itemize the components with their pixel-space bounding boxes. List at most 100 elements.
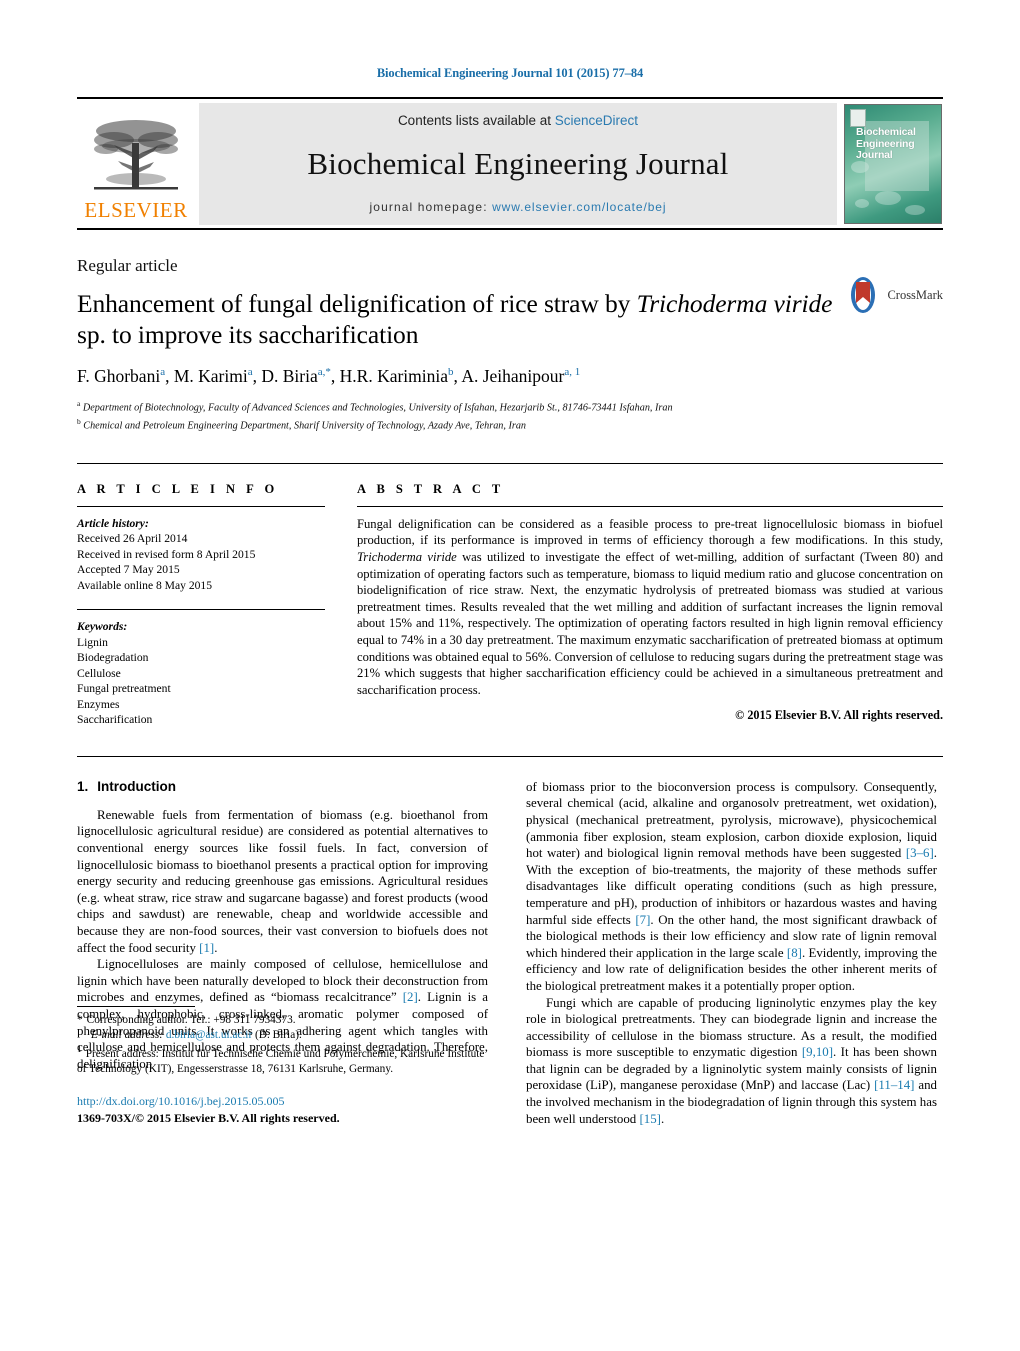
keyword-item: Biodegradation xyxy=(77,651,149,665)
body-column-right: of biomass prior to the bioconversion pr… xyxy=(526,779,937,1127)
affiliation-text: Department of Biotechnology, Faculty of … xyxy=(82,402,673,414)
journal-masthead: ELSEVIER Contents lists available at Sci… xyxy=(77,97,943,230)
crossmark-label: CrossMark xyxy=(887,287,943,302)
crossmark-icon xyxy=(851,277,876,313)
elsevier-tree-icon xyxy=(94,120,178,190)
abstract-part-1: Fungal delignification can be considered… xyxy=(357,516,943,548)
citation-ref[interactable]: [11–14] xyxy=(874,1078,914,1092)
affiliation-marker: b xyxy=(77,416,81,426)
article-info-rule xyxy=(77,505,325,507)
footnote-corresponding: * Corresponding author. Tel.: +98 311 793… xyxy=(77,1013,488,1028)
author-name: D. Biria xyxy=(261,366,318,386)
article-info-column: A R T I C L E I N F O Article history: R… xyxy=(77,482,325,728)
keyword-item: Enzymes xyxy=(77,697,120,711)
intro-paragraph-3: Fungi which are capable of producing lig… xyxy=(526,995,937,1128)
citation-ref[interactable]: [8] xyxy=(787,946,802,960)
footnote-corresponding-text: Corresponding author. Tel.: +98 311 7934… xyxy=(86,1014,296,1027)
article-type-label: Regular article xyxy=(77,256,178,275)
keywords-title: Keywords: xyxy=(77,620,128,634)
intro-paragraph-1: Renewable fuels from fermentation of bio… xyxy=(77,807,488,956)
journal-cover-cell: Biochemical Engineering Journal xyxy=(843,103,943,225)
doi-link[interactable]: http://dx.doi.org/10.1016/j.bej.2015.05.… xyxy=(77,1093,488,1109)
citation-ref[interactable]: [3–6] xyxy=(906,846,934,860)
keyword-item: Fungal pretreatment xyxy=(77,682,171,696)
affiliation-text: Chemical and Petroleum Engineering Depar… xyxy=(83,420,527,432)
footnote-block: * Corresponding author. Tel.: +98 311 793… xyxy=(77,1006,488,1127)
keyword-item: Lignin xyxy=(77,635,108,649)
footnote-present-text: Present address: Institut für Technische… xyxy=(77,1048,485,1076)
present-address-marker: 1 xyxy=(77,1045,82,1056)
citation-ref[interactable]: [2] xyxy=(403,990,418,1004)
title-part-1: Enhancement of fungal delignification of… xyxy=(77,289,637,318)
article-info-heading: A R T I C L E I N F O xyxy=(77,481,279,496)
journal-cover-thumbnail: Biochemical Engineering Journal xyxy=(844,104,942,224)
homepage-label: journal homepage: xyxy=(369,200,488,214)
author-item: F. Ghorbania xyxy=(77,366,165,386)
affiliation-item: b Chemical and Petroleum Engineering Dep… xyxy=(77,415,943,433)
affiliation-item: a Department of Biotechnology, Faculty o… xyxy=(77,397,943,415)
affiliation-marker: a xyxy=(77,399,81,408)
abstract-heading: A B S T R A C T xyxy=(357,481,505,496)
page-title: Enhancement of fungal delignification of… xyxy=(77,288,837,350)
citation-ref[interactable]: [7] xyxy=(635,913,650,927)
email-owner: (D. Biria). xyxy=(255,1029,302,1042)
section-heading-introduction: 1. Introduction xyxy=(77,779,488,794)
abstract-species-name: Trichoderma viride xyxy=(357,549,457,564)
author-name: F. Ghorbani xyxy=(77,366,161,386)
author-item: D. Biriaa,* xyxy=(261,366,331,386)
cover-title: Biochemical Engineering Journal xyxy=(856,126,916,162)
title-italic-genus: Trichoderma xyxy=(636,289,768,318)
abstract-part-2: was utilized to investigate the effect o… xyxy=(357,549,943,697)
abstract-rule xyxy=(357,505,943,507)
author-affil-marker: a,* xyxy=(317,366,331,379)
footnote-marker: * xyxy=(77,1014,83,1027)
elsevier-wordmark: ELSEVIER xyxy=(84,198,188,222)
footnote-email-line: E-mail address: d.biria@ast.ui.ac.ir (D.… xyxy=(77,1028,488,1043)
journal-banner: Contents lists available at ScienceDirec… xyxy=(199,103,837,225)
sciencedirect-link[interactable]: ScienceDirect xyxy=(555,113,638,128)
citation-ref[interactable]: [1] xyxy=(199,941,214,955)
author-affil-marker: a, 1 xyxy=(564,366,581,379)
homepage-url-link[interactable]: www.elsevier.com/locate/bej xyxy=(492,200,666,214)
author-name: A. Jeihanipour xyxy=(461,366,565,386)
article-header: CrossMark Regular article Enhancement of… xyxy=(77,256,943,433)
author-item: M. Karimia xyxy=(174,366,253,386)
contents-available-line: Contents lists available at ScienceDirec… xyxy=(398,113,638,128)
crossmark-badge[interactable]: CrossMark xyxy=(844,276,943,314)
history-item: Available online 8 May 2015 xyxy=(77,578,213,592)
abstract-column: A B S T R A C T Fungal delignification c… xyxy=(357,482,943,728)
copyright-line: © 2015 Elsevier B.V. All rights reserved… xyxy=(735,708,943,723)
intro-p1-text-b: . xyxy=(214,940,218,955)
abstract-text: Fungal delignification can be considered… xyxy=(357,516,943,699)
elsevier-logo: ELSEVIER xyxy=(77,103,195,225)
section-title: Introduction xyxy=(97,778,176,794)
citation-ref[interactable]: [15] xyxy=(639,1112,660,1126)
footnote-rule xyxy=(77,1006,195,1008)
intro-r2-d: . xyxy=(660,1111,665,1126)
intro-paragraph-2-continued: of biomass prior to the bioconversion pr… xyxy=(526,779,937,995)
author-item: A. Jeihanipoura, 1 xyxy=(461,366,580,386)
cover-title-line-1: Biochemical xyxy=(856,126,916,138)
history-item: Accepted 7 May 2015 xyxy=(77,563,180,577)
body-column-left: 1. Introduction Renewable fuels from ferm… xyxy=(77,779,488,1127)
author-name: M. Karimi xyxy=(173,366,248,386)
info-abstract-band: A R T I C L E I N F O Article history: R… xyxy=(77,462,943,728)
article-history-title: Article history: xyxy=(77,516,149,530)
doi-block: http://dx.doi.org/10.1016/j.bej.2015.05.… xyxy=(77,1093,488,1127)
author-list: F. Ghorbania, M. Karimia, D. Biriaa,*, H… xyxy=(77,366,943,387)
author-item: H.R. Kariminiab xyxy=(340,366,454,386)
citation-ref[interactable]: [9,10] xyxy=(802,1045,833,1059)
running-head: Biochemical Engineering Journal 101 (201… xyxy=(376,66,644,80)
footnote-present-address: 1 Present address: Institut für Technisch… xyxy=(77,1043,488,1077)
keyword-item: Saccharification xyxy=(77,713,153,727)
email-link[interactable]: d.biria@ast.ui.ac.ir xyxy=(166,1029,252,1041)
issn-copyright-line: 1369-703X/© 2015 Elsevier B.V. All right… xyxy=(77,1111,340,1126)
paper-page: Biochemical Engineering Journal 101 (201… xyxy=(0,0,1020,1351)
masthead-bottom-rule xyxy=(77,228,943,230)
keywords-block: Keywords: Lignin Biodegradation Cellulos… xyxy=(77,609,325,728)
cover-elsevier-mark xyxy=(850,109,866,127)
journal-homepage-line: journal homepage: www.elsevier.com/locat… xyxy=(370,200,667,214)
journal-title: Biochemical Engineering Journal xyxy=(307,146,729,181)
affiliation-list: a Department of Biotechnology, Faculty o… xyxy=(77,397,943,433)
history-item: Received 26 April 2014 xyxy=(77,532,188,546)
